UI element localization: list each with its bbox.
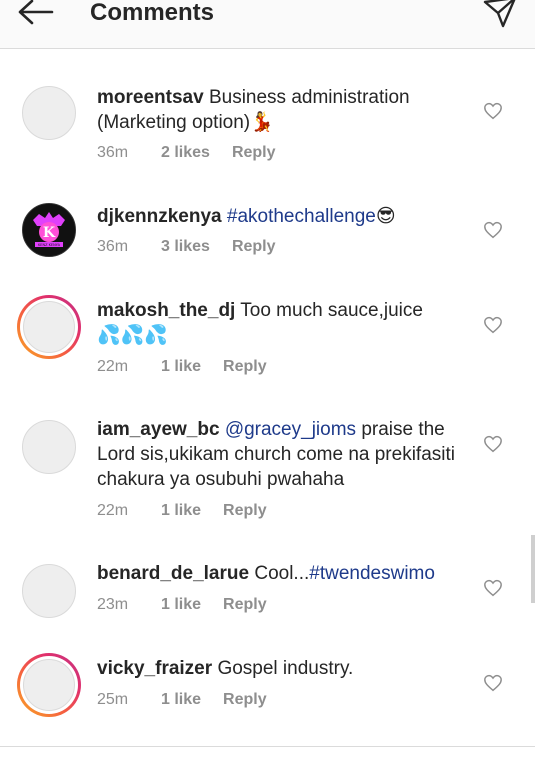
avatar[interactable] [22,420,76,474]
comment-time: 36m [97,238,129,255]
djkennz-logo: K KENZ KENYA [23,204,75,256]
comment-likes[interactable]: 2 likes [161,143,210,163]
comment-body: iam_ayew_bc @gracey_jioms praise the Lor… [97,417,477,492]
comment-meta: 36m 2 likes Reply [97,143,276,163]
heart-outline-icon[interactable] [483,221,503,239]
reply-button[interactable]: Reply [232,143,276,163]
sunglasses-emoji: 😎 [375,206,396,227]
comment-likes[interactable]: 1 like [161,357,201,377]
avatar[interactable] [22,564,76,618]
comment-body: djkennzkenya #akothechallenge😎 [97,204,477,229]
comment-text: Gospel industry. [217,658,354,679]
comment-username[interactable]: moreentsav [97,87,204,108]
comment-time: 23m [97,596,129,613]
divider [0,746,535,747]
comment-text: Too much sauce,juice [240,300,423,321]
reply-button[interactable]: Reply [223,595,267,615]
comment-likes[interactable]: 3 likes [161,237,210,257]
heart-outline-icon[interactable] [483,316,503,334]
arrow-left-icon[interactable] [16,0,56,28]
reply-button[interactable]: Reply [232,237,276,257]
comments-header: Comments [0,0,535,49]
heart-outline-icon[interactable] [483,579,503,597]
hashtag-link[interactable]: #twendeswimo [309,563,435,584]
comment-time: 36m [97,144,129,161]
comment-username[interactable]: iam_ayew_bc [97,419,220,440]
comment-meta: 22m 1 like Reply [97,501,267,521]
heart-outline-icon[interactable] [483,102,503,120]
svg-text:KENZ KENYA: KENZ KENYA [38,243,61,247]
comment-username[interactable]: benard_de_larue [97,563,249,584]
heart-outline-icon[interactable] [483,435,503,453]
comment-body: vicky_fraizer Gospel industry. [97,656,477,681]
avatar-story-ring[interactable] [17,653,81,717]
comment-username[interactable]: vicky_fraizer [97,658,212,679]
avatar[interactable] [22,86,76,140]
reply-button[interactable]: Reply [223,501,267,521]
heart-outline-icon[interactable] [483,674,503,692]
comment-meta: 25m 1 like Reply [97,690,267,710]
reply-button[interactable]: Reply [223,357,267,377]
comment-time: 22m [97,358,129,375]
comment-body: benard_de_larue Cool...#twendeswimo [97,561,477,586]
svg-text:K: K [43,225,56,241]
comment-username[interactable]: makosh_the_dj [97,300,235,321]
sweat-droplets-emoji: 💦💦💦 [97,325,168,346]
hashtag-link[interactable]: #akothechallenge [227,206,376,227]
comment-body: moreentsav Business administration (Mark… [97,85,477,135]
avatar [23,301,75,353]
comment-body: makosh_the_dj Too much sauce,juice 💦💦💦 [97,298,477,348]
page-title: Comments [90,0,215,26]
comment-likes[interactable]: 1 like [161,595,201,615]
avatar[interactable]: K KENZ KENYA [22,203,76,257]
comment-meta: 22m 1 like Reply [97,357,267,377]
comment-time: 22m [97,502,129,519]
comment-username[interactable]: djkennzkenya [97,206,222,227]
comment-meta: 23m 1 like Reply [97,595,267,615]
comment-meta: 36m 3 likes Reply [97,237,276,257]
scrollbar[interactable] [531,535,535,603]
mention-link[interactable]: @gracey_jioms [225,419,356,440]
reply-button[interactable]: Reply [223,690,267,710]
comment-text: Cool... [254,563,310,584]
comment-likes[interactable]: 1 like [161,501,201,521]
dancer-emoji: 💃 [250,112,274,133]
comment-time: 25m [97,691,129,708]
avatar-story-ring[interactable] [17,295,81,359]
comment-likes[interactable]: 1 like [161,690,201,710]
paper-plane-icon[interactable] [483,0,517,28]
avatar [23,659,75,711]
